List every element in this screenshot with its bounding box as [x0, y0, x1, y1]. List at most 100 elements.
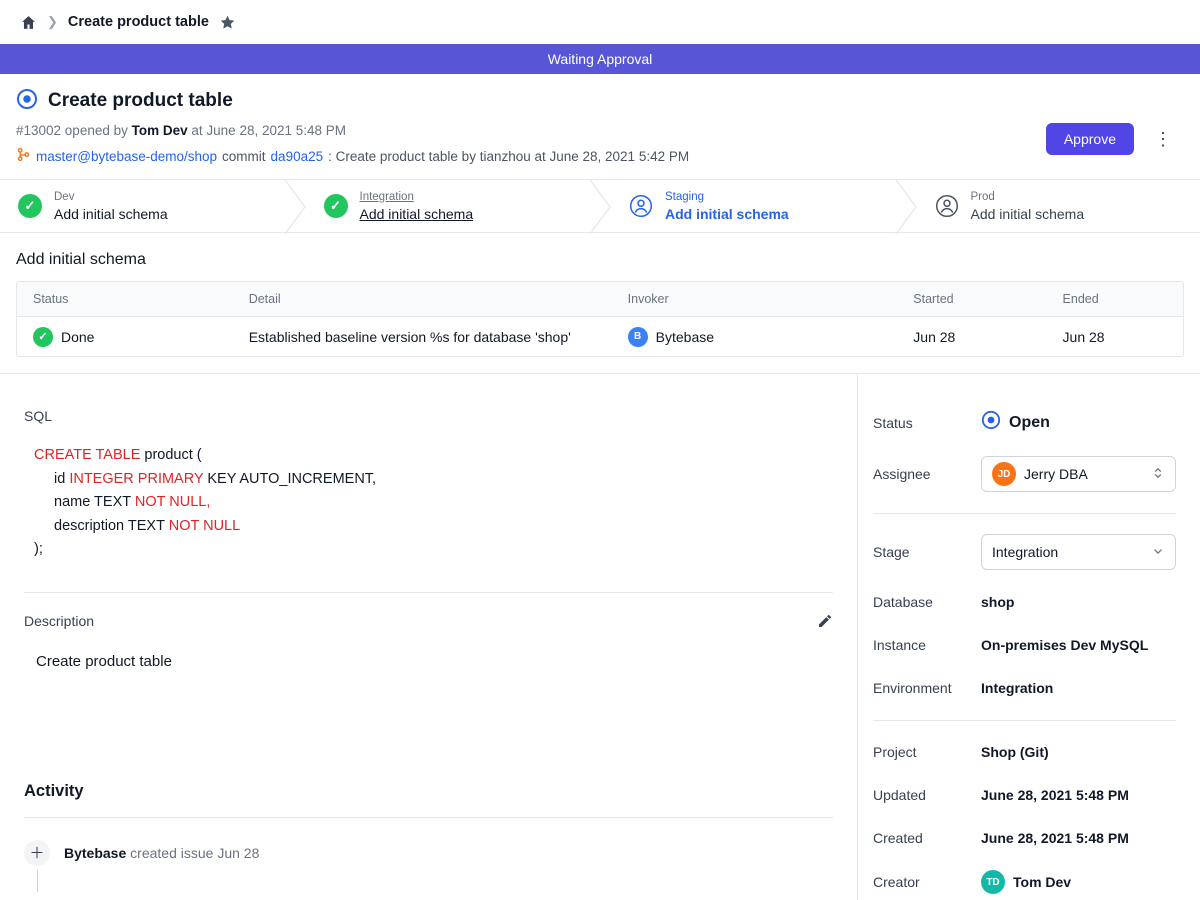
- description-text[interactable]: Create product table: [36, 653, 833, 670]
- sql-text: );: [34, 541, 43, 557]
- stage-task-link[interactable]: Add initial schema: [665, 206, 789, 222]
- project-row: Project Shop (Git): [873, 741, 1176, 763]
- issue-meta-prefix: #13002 opened by: [16, 123, 128, 138]
- project-label: Project: [873, 744, 981, 760]
- description-label: Description: [24, 613, 94, 629]
- creator-avatar: TD: [981, 870, 1005, 894]
- stage-row: Stage Integration: [873, 534, 1176, 570]
- stage-separator: [895, 180, 917, 232]
- issue-meta: #13002 opened by Tom Dev at June 28, 202…: [16, 123, 689, 138]
- assignee-select[interactable]: JD Jerry DBA: [981, 456, 1176, 492]
- database-row: Database shop: [873, 591, 1176, 613]
- task-table-header: Status Detail Invoker Started Ended: [17, 282, 1183, 316]
- sql-text: description TEXT: [54, 518, 169, 534]
- creator-value: Tom Dev: [1013, 874, 1071, 890]
- stage-task-link[interactable]: Add initial schema: [360, 206, 474, 222]
- chevron-down-icon: [1151, 544, 1165, 561]
- stage-select[interactable]: Integration: [981, 534, 1176, 570]
- environment-value: Integration: [981, 680, 1053, 696]
- database-value: shop: [981, 594, 1014, 610]
- task-table: Status Detail Invoker Started Ended ✓ Do…: [16, 281, 1184, 357]
- updated-row: Updated June 28, 2021 5:48 PM: [873, 784, 1176, 806]
- timeline-line: [37, 870, 38, 892]
- pipeline-stage-integration[interactable]: ✓ Integration Add initial schema: [306, 180, 590, 232]
- stage-name: Dev: [54, 191, 168, 203]
- chevron-right-icon: ❯: [47, 14, 58, 30]
- task-status: Done: [61, 329, 94, 345]
- database-label: Database: [873, 594, 981, 610]
- activity-entry: ＋ Bytebase created issue Jun 28: [24, 840, 833, 892]
- plus-icon: ＋: [24, 840, 50, 866]
- stage-pipeline: ✓ Dev Add initial schema ✓ Integration A…: [0, 179, 1200, 233]
- assignee-avatar: JD: [992, 462, 1016, 486]
- issue-header: Create product table #13002 opened by To…: [0, 74, 1200, 179]
- issue-header-actions: Approve ⋮: [1046, 112, 1176, 165]
- kebab-menu-icon[interactable]: ⋮: [1150, 128, 1176, 150]
- environment-label: Environment: [873, 680, 981, 696]
- pipeline-stage-staging[interactable]: Staging Add initial schema: [611, 180, 895, 232]
- column-detail: Detail: [233, 292, 612, 306]
- home-icon[interactable]: [20, 14, 37, 31]
- created-row: Created June 28, 2021 5:48 PM: [873, 827, 1176, 849]
- activity-title: Activity: [24, 782, 833, 801]
- stage-separator: [589, 180, 611, 232]
- stage-done-icon: ✓: [324, 194, 348, 218]
- sql-text: KEY AUTO_INCREMENT,: [203, 471, 376, 487]
- creator-row: Creator TD Tom Dev: [873, 870, 1176, 894]
- divider: [24, 817, 833, 818]
- pipeline-stage-prod[interactable]: Prod Add initial schema: [917, 180, 1200, 232]
- stage-person-icon: [629, 194, 653, 218]
- stage-name: Staging: [665, 191, 789, 203]
- stage-done-icon: ✓: [18, 194, 42, 218]
- main-content: SQL CREATE TABLE product ( id INTEGER PR…: [0, 373, 1200, 900]
- pipeline-stage-dev[interactable]: ✓ Dev Add initial schema: [0, 180, 284, 232]
- column-ended: Ended: [1047, 292, 1183, 306]
- stage-label: Stage: [873, 544, 981, 560]
- instance-row: Instance On-premises Dev MySQL: [873, 634, 1176, 656]
- updated-value: June 28, 2021 5:48 PM: [981, 787, 1129, 803]
- created-value: June 28, 2021 5:48 PM: [981, 830, 1129, 846]
- sql-label: SQL: [24, 408, 833, 424]
- column-invoker: Invoker: [612, 292, 898, 306]
- issue-open-icon: [16, 88, 38, 113]
- assignee-row: Assignee JD Jerry DBA: [873, 456, 1176, 492]
- star-icon[interactable]: [219, 14, 236, 31]
- table-row[interactable]: ✓ Done Established baseline version %s f…: [17, 316, 1183, 356]
- git-branch-link[interactable]: master@bytebase-demo/shop: [36, 149, 217, 164]
- chevron-up-down-icon: [1151, 466, 1165, 483]
- divider: [873, 513, 1176, 514]
- sql-text: product (: [140, 447, 201, 463]
- sql-keyword: CREATE TABLE: [34, 447, 140, 463]
- approval-banner: Waiting Approval: [0, 44, 1200, 74]
- status-row: Status Open: [873, 410, 1176, 435]
- task-detail: Established baseline version %s for data…: [233, 329, 612, 345]
- task-section-title: Add initial schema: [16, 251, 1184, 269]
- issue-sidebar: Status Open Assignee JD Jerry DBA Stage: [858, 374, 1200, 900]
- git-commit-link[interactable]: da90a25: [271, 149, 324, 164]
- issue-meta-suffix: at June 28, 2021 5:48 PM: [191, 123, 346, 138]
- stage-person-icon: [935, 194, 959, 218]
- stage-separator: [284, 180, 306, 232]
- done-check-icon: ✓: [33, 327, 53, 347]
- project-value: Shop (Git): [981, 744, 1049, 760]
- creator-label: Creator: [873, 874, 981, 890]
- approve-button[interactable]: Approve: [1046, 123, 1134, 155]
- sql-keyword: NOT NULL,: [135, 494, 210, 510]
- invoker-avatar: B: [628, 327, 648, 347]
- instance-label: Instance: [873, 637, 981, 653]
- divider: [24, 592, 833, 593]
- issue-detail-panel: SQL CREATE TABLE product ( id INTEGER PR…: [0, 374, 858, 900]
- column-started: Started: [897, 292, 1046, 306]
- sql-text: id: [54, 471, 69, 487]
- stage-task-link[interactable]: Add initial schema: [54, 206, 168, 222]
- git-commit-message: : Create product table by tianzhou at Ju…: [328, 149, 689, 164]
- issue-author: Tom Dev: [132, 123, 188, 138]
- sql-statement: CREATE TABLE product ( id INTEGER PRIMAR…: [34, 444, 833, 562]
- activity-action: created issue Jun 28: [130, 845, 259, 861]
- issue-title: Create product table: [48, 90, 233, 112]
- edit-pencil-icon[interactable]: [817, 613, 833, 629]
- created-label: Created: [873, 830, 981, 846]
- stage-task-link[interactable]: Add initial schema: [971, 206, 1085, 222]
- column-status: Status: [17, 292, 233, 306]
- stage-name: Integration: [360, 191, 474, 203]
